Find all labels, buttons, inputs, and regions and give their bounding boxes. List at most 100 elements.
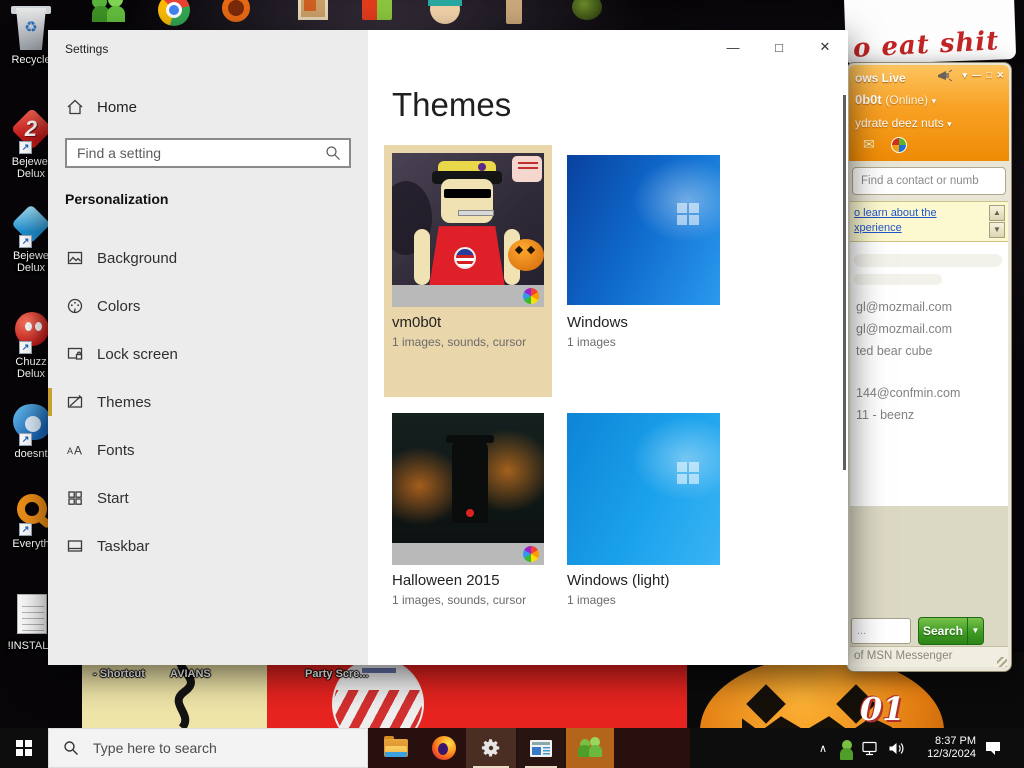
scrollbar[interactable] xyxy=(843,95,846,470)
theme-card-windows-light[interactable]: Windows (light) 1 images xyxy=(559,405,727,635)
presence-dropdown-icon[interactable]: ▾ xyxy=(932,96,937,106)
buddy-body2-icon xyxy=(107,6,125,22)
banner-scroll-down-icon[interactable]: ▼ xyxy=(989,222,1005,238)
diamond-icon: ↗ xyxy=(9,202,53,248)
tray-clock[interactable]: 8:37 PM 12/3/2024 xyxy=(906,728,976,768)
shortcut-arrow-icon: ↗ xyxy=(19,235,32,248)
messenger-presence: (Online) xyxy=(885,93,929,107)
contact-list-placeholder xyxy=(854,254,1002,267)
minimize-button[interactable]: — xyxy=(710,30,756,64)
chrome-icon[interactable] xyxy=(158,0,196,28)
web-search-input[interactable] xyxy=(851,618,911,644)
messenger-user-row[interactable]: 0b0t (Online) ▾ xyxy=(855,92,936,107)
sidebar-item-home[interactable]: Home xyxy=(66,92,137,122)
buddies-icon[interactable] xyxy=(92,0,130,28)
sidebar-item-lock-screen[interactable]: Lock screen xyxy=(48,330,368,378)
sidebar-item-label: Taskbar xyxy=(97,537,150,555)
search-dropdown-button[interactable]: ▼ xyxy=(967,617,984,645)
sidebar-item-colors[interactable]: Colors xyxy=(48,282,368,330)
clock-date: 12/3/2024 xyxy=(927,748,976,760)
close-button[interactable]: ✕ xyxy=(802,30,848,64)
background-icon xyxy=(66,249,84,267)
desktop-icon-shortcut-label[interactable]: - Shortcut xyxy=(93,668,145,680)
theme-name: Halloween 2015 xyxy=(392,572,500,589)
search-button[interactable]: Search xyxy=(918,617,967,645)
anime-hair-icon xyxy=(428,0,462,6)
green-thing-icon[interactable] xyxy=(572,0,610,28)
taskbar-file-explorer[interactable] xyxy=(374,728,418,768)
contact-item[interactable]: gl@mozmail.com xyxy=(856,300,952,314)
messenger-header: ows Live ▾ — □ ✕ 0b0t (Online) ▾ ydrate … xyxy=(849,65,1009,161)
tray-messenger-icon[interactable] xyxy=(836,728,858,768)
desktop-icon-avians-label[interactable]: AVIANS xyxy=(170,668,211,680)
tray-volume-icon[interactable] xyxy=(884,728,908,768)
messenger-menu-button[interactable]: ▾ xyxy=(962,70,967,81)
home-icon xyxy=(66,98,84,116)
banner-scroll-up-icon[interactable]: ▲ xyxy=(989,205,1005,221)
clock-time: 8:37 PM xyxy=(935,735,976,747)
settings-search-box[interactable] xyxy=(65,138,351,168)
contact-item[interactable]: 144@confmin.com xyxy=(856,386,960,400)
contact-search-input[interactable] xyxy=(859,174,999,188)
shortcut-arrow-icon: ↗ xyxy=(19,523,32,536)
anime-avatar-icon[interactable] xyxy=(428,0,468,28)
settings-window: Settings — □ ✕ Home Personalization xyxy=(48,30,848,665)
banner-link-line2[interactable]: xperience xyxy=(854,222,902,234)
resize-grip[interactable] xyxy=(997,657,1007,667)
figure-icon[interactable] xyxy=(506,0,544,28)
maximize-button[interactable]: □ xyxy=(756,30,802,64)
sidebar-item-themes[interactable]: Themes xyxy=(48,378,368,426)
flag-app-icon[interactable] xyxy=(362,0,400,28)
theme-thumbnail xyxy=(567,413,720,565)
sidebar-item-start[interactable]: Start xyxy=(48,474,368,522)
messenger-maximize-button[interactable]: □ xyxy=(986,70,991,81)
start-button[interactable] xyxy=(0,728,48,768)
sidebar-item-fonts[interactable]: A A Fonts xyxy=(48,426,368,474)
contact-item[interactable]: 11 - beenz xyxy=(856,408,914,422)
thumbnail-strip xyxy=(392,543,544,565)
tray-network-icon[interactable] xyxy=(858,728,882,768)
banner-link-line1[interactable]: o learn about the xyxy=(854,207,937,219)
painting-icon[interactable] xyxy=(298,0,336,28)
email-icon[interactable]: ✉ xyxy=(863,136,875,153)
theme-meta: 1 images xyxy=(567,335,616,349)
desktop-icon-party-label[interactable]: Party Scre... xyxy=(305,668,369,680)
tray-chevron-icon[interactable]: ∧ xyxy=(812,728,834,768)
bird-icon: ↗ xyxy=(9,400,53,446)
buddy-icon xyxy=(839,739,855,760)
settings-search-input[interactable] xyxy=(75,144,325,162)
sidebar-item-background[interactable]: Background xyxy=(48,234,368,282)
messenger-status-message: ydrate deez nuts xyxy=(855,116,944,130)
contact-item[interactable]: ted bear cube xyxy=(856,344,932,358)
theme-name: Windows (light) xyxy=(567,572,670,589)
sidebar-item-label: Themes xyxy=(97,393,152,411)
theme-card-halloween[interactable]: Halloween 2015 1 images, sounds, cursor xyxy=(384,405,552,635)
theme-card-windows[interactable]: Windows 1 images xyxy=(559,145,727,397)
messenger-close-button[interactable]: ✕ xyxy=(996,70,1004,81)
msn-service-icon[interactable] xyxy=(890,136,907,153)
taskbar-search[interactable] xyxy=(48,728,368,768)
action-center-icon[interactable] xyxy=(980,728,1006,768)
messenger-status-row[interactable]: ydrate deez nuts ▾ xyxy=(855,116,952,130)
gem-number: 2 xyxy=(24,116,38,141)
chuzzle-icon: ↗ xyxy=(9,308,53,354)
status-dropdown-icon[interactable]: ▾ xyxy=(947,119,952,129)
contact-item[interactable]: gl@mozmail.com xyxy=(856,322,952,336)
messenger-username: 0b0t xyxy=(855,92,882,107)
browser-swirl-icon[interactable] xyxy=(222,0,260,28)
taskbar-icon xyxy=(66,537,84,555)
taskbar-firefox[interactable] xyxy=(422,728,466,768)
green-blob-icon xyxy=(572,0,602,20)
taskbar-app-window[interactable] xyxy=(518,728,564,768)
app-window-icon xyxy=(530,739,552,757)
taskbar-messenger[interactable] xyxy=(566,728,614,768)
messenger-minimize-button[interactable]: — xyxy=(972,70,981,81)
search-icon xyxy=(326,146,340,160)
theme-card-vm0b0t[interactable]: vm0b0t 1 images, sounds, cursor xyxy=(384,145,552,397)
taskbar-settings[interactable] xyxy=(466,728,516,768)
sidebar-item-taskbar[interactable]: Taskbar xyxy=(48,522,368,570)
shortcut-arrow-icon: ↗ xyxy=(19,433,32,446)
taskbar-search-input[interactable] xyxy=(91,739,325,757)
messenger-contact-search[interactable] xyxy=(852,167,1006,195)
messenger-notice-banner: o learn about the xperience ▲ ▼ xyxy=(850,201,1008,242)
